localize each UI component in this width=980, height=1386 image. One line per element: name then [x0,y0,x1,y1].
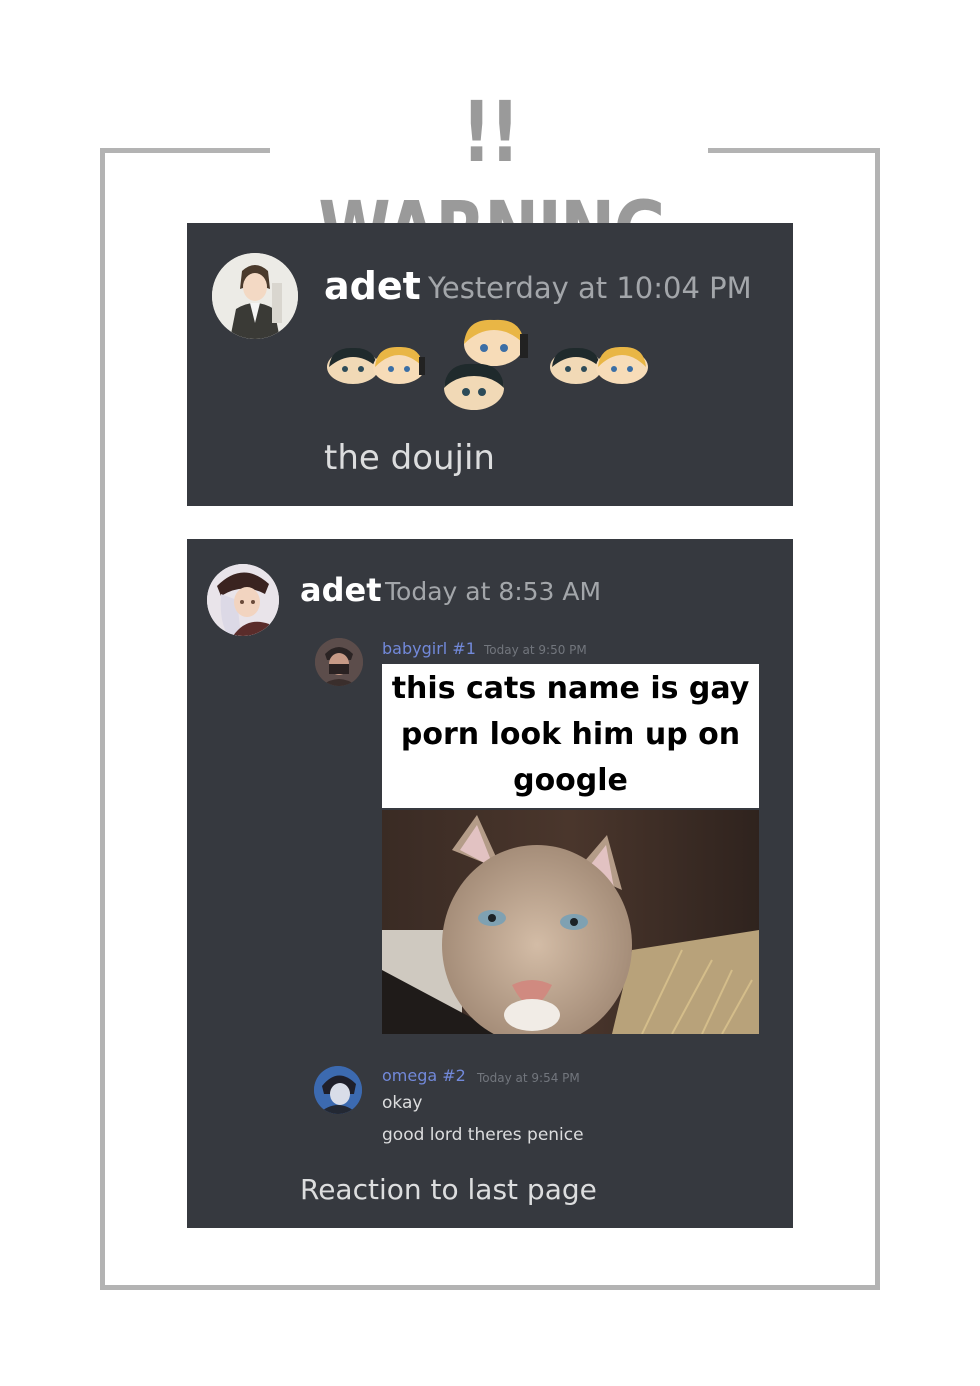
timestamp: Today at 8:53 AM [385,577,602,606]
user-avatar[interactable] [212,253,298,339]
message-text: Reaction to last page [300,1173,597,1206]
quoted-username[interactable]: babygirl #1 [382,639,476,658]
caption-line: google [513,763,628,798]
username[interactable]: adet [324,264,421,308]
user-avatar[interactable] [315,638,363,686]
quoted-timestamp: Today at 9:54 PM [477,1071,580,1085]
quoted-timestamp: Today at 9:50 PM [484,643,587,657]
caption-line: porn look him up on [400,717,741,752]
quoted-message-text: good lord theres penice [382,1125,584,1145]
cougar-photo[interactable] [382,810,759,1034]
username[interactable]: adet [300,571,382,609]
frame-bottom [100,1285,880,1290]
quoted-username[interactable]: omega #2 [382,1066,466,1085]
chibi-stack-emoji [440,314,540,418]
user-avatar[interactable] [314,1066,362,1114]
message-text: the doujin [324,438,495,478]
frame-left [100,148,105,1290]
caption-line: this cats name is gay [391,671,750,706]
frame-top-left [100,148,270,153]
chibi-pair-emoji [323,343,427,389]
quoted-message-text: okay [382,1093,423,1113]
timestamp: Yesterday at 10:04 PM [428,271,752,305]
frame-right [875,148,880,1290]
chibi-pair-emoji [546,343,650,389]
user-avatar[interactable] [207,564,279,636]
frame-top-right [708,148,880,153]
meme-caption: this cats name is gay porn look him up o… [382,664,759,808]
